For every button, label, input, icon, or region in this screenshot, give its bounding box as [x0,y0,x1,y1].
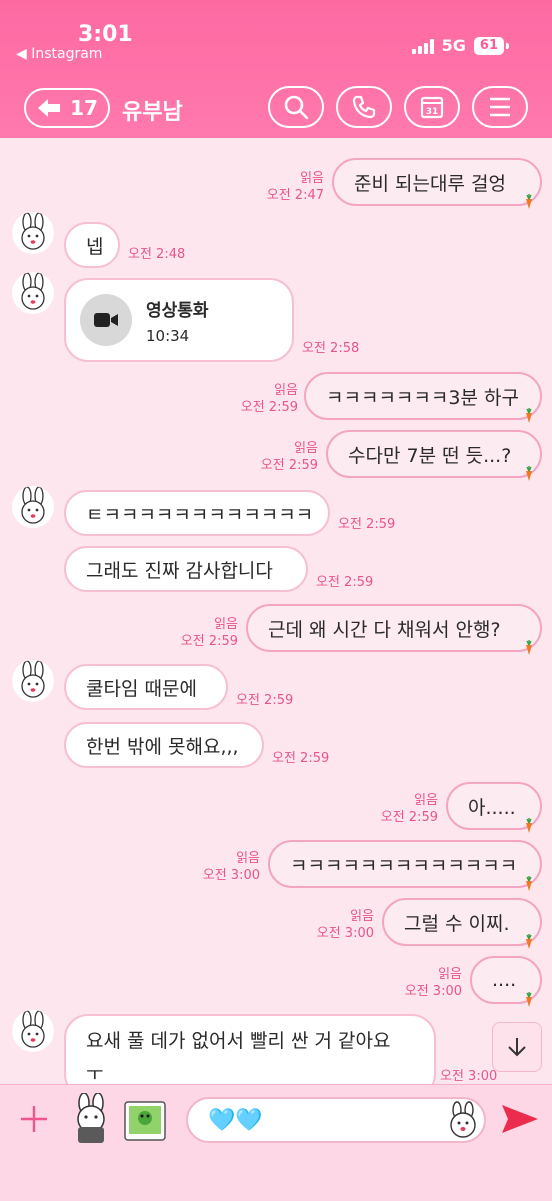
message-text: 요새 풀 데가 없어서 빨리 싼 거 같아요 [86,1030,391,1052]
message-bubble-out[interactable]: ㅋㅋㅋㅋㅋㅋㅋ3분 하구 [304,372,542,420]
chevron-down-icon [508,1038,526,1057]
message-meta: 읽음 오전 2:59 [180,617,238,649]
message-time: 오전 3:00 [440,1069,498,1084]
message-meta: 읽음 오전 3:00 [316,909,374,941]
message-time: 오전 2:59 [338,517,396,532]
chat-title: 유부남 [122,100,183,125]
message-time: 오전 2:48 [128,247,186,262]
menu-icon [490,97,510,117]
carrot-icon [526,818,532,833]
message-time: 오전 2:59 [316,575,374,590]
message-meta: 읽음 오전 2:59 [380,793,438,825]
avatar[interactable] [12,660,54,702]
message-bubble-in[interactable]: 그래도 진짜 감사합니다 [64,546,308,592]
message-meta: 읽음 오전 2:59 [260,441,318,473]
carrot-icon [526,408,532,423]
send-icon[interactable] [500,1103,540,1135]
message-bubble-in[interactable]: 넵 [64,222,120,268]
message-time: 오전 2:59 [272,751,330,766]
back-button[interactable]: 17 [24,88,110,128]
carrot-icon [526,194,532,209]
chat-area[interactable]: 읽음 오전 2:47 준비 되는대루 걸엉 넵 오전 2:48 영상통화 10:3… [0,138,552,1084]
status-time: 3:01 [78,22,133,47]
menu-button[interactable] [472,86,528,128]
message-bubble-in[interactable]: 한번 밖에 못해요,,, [64,722,264,768]
message-bubble-out[interactable]: ㅋㅋㅋㅋㅋㅋㅋㅋㅋㅋㅋㅋㅋ [268,840,542,888]
call-button[interactable] [336,86,392,128]
avatar[interactable] [12,1010,54,1052]
carrot-icon [526,876,532,891]
message-bubble-in[interactable]: ㅌㅋㅋㅋㅋㅋㅋㅋㅋㅋㅋㅋㅋ [64,490,330,536]
avatar[interactable] [12,486,54,528]
message-meta: 읽음 오전 3:00 [404,967,462,999]
message-time: 오전 2:58 [302,341,360,356]
unread-count: 17 [70,96,98,120]
network-label: 5G [441,36,466,55]
calendar-button[interactable]: 31 [404,86,460,128]
video-call-duration: 10:34 [146,326,190,345]
search-icon [284,95,309,120]
message-bubble-in[interactable]: 요새 풀 데가 없어서 빨리 싼 거 같아요 ㅜ [64,1014,436,1084]
message-meta: 읽음 오전 2:47 [266,171,324,203]
avatar[interactable] [12,272,54,314]
video-call-bubble[interactable]: 영상통화 10:34 [64,278,294,362]
video-call-title: 영상통화 [146,300,209,321]
calendar-icon: 31 [420,96,444,119]
emoji-icon[interactable] [444,1101,482,1141]
message-bubble-out[interactable]: 수다만 7분 떤 듯...? [326,430,542,478]
back-arrow-icon [38,99,61,117]
message-time: 오전 2:59 [236,693,294,708]
message-input[interactable]: 🩵🩵 [186,1097,486,1143]
sticker-icon[interactable] [66,1093,116,1147]
carrot-icon [526,640,532,655]
scroll-to-bottom-button[interactable] [492,1022,542,1072]
carrot-icon [526,466,532,481]
app-header: 3:01 ◀ Instagram 5G 61 17 유부남 31 [0,0,552,138]
message-bubble-out[interactable]: 근데 왜 시간 다 채워서 안행? [246,604,542,652]
message-meta: 읽음 오전 3:00 [202,851,260,883]
avatar[interactable] [12,212,54,254]
message-text: ㅜ [86,1063,104,1084]
carrot-icon [526,934,532,949]
video-camera-icon [80,294,132,346]
message-bubble-in[interactable]: 쿨타임 때문에 [64,664,228,710]
battery-icon: 61 [473,36,510,55]
input-bar: 🩵🩵 [0,1084,552,1201]
status-indicators: 5G 61 [411,36,510,55]
photo-icon[interactable] [124,1101,166,1141]
message-bubble-out[interactable]: 그럴 수 이찌. [382,898,542,946]
message-meta: 읽음 오전 2:59 [240,383,298,415]
phone-icon [352,95,376,119]
search-button[interactable] [268,86,324,128]
signal-icon [411,38,434,54]
carrot-icon [526,992,532,1007]
svg-text:31: 31 [426,107,439,117]
message-bubble-out[interactable]: 준비 되는대루 걸엉 [332,158,542,206]
back-to-app-link[interactable]: ◀ Instagram [16,46,102,62]
plus-icon[interactable] [18,1103,50,1135]
